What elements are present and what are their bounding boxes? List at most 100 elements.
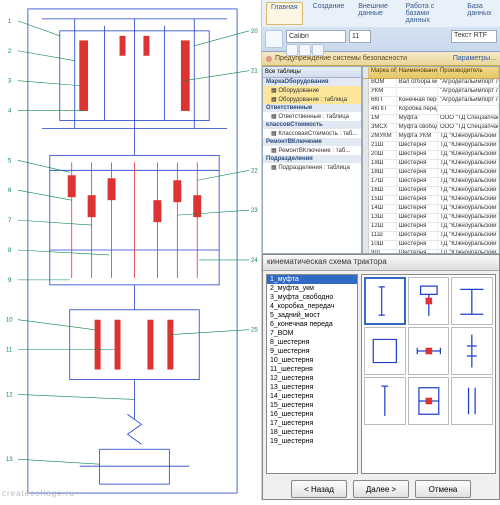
table-row[interactable]: 3МСХМуфта свободного ходаООО "ТД Спецзап…: [363, 124, 499, 133]
cell[interactable]: Шестерня: [397, 223, 438, 231]
list-item[interactable]: 5_задний_мост: [267, 311, 357, 320]
cell[interactable]: 10Ш: [369, 241, 397, 249]
table-row[interactable]: 16ШШестерняТД "Южноуральский: [363, 187, 499, 196]
cell[interactable]: [397, 88, 438, 96]
table-row[interactable]: ВОМВал отбора мощности"Агродетальимпорт …: [363, 79, 499, 88]
cell[interactable]: ТД "Южноуральский: [438, 151, 499, 159]
thumbnail[interactable]: [408, 377, 450, 425]
nav-item[interactable]: ▦ РемонтВКлючение : таб...: [263, 146, 361, 155]
thumbnail[interactable]: [364, 377, 406, 425]
list-item[interactable]: 13_шестерня: [267, 383, 357, 392]
list-item[interactable]: 4_коробка_передач: [267, 302, 357, 311]
thumbnail[interactable]: [364, 327, 406, 375]
table-row[interactable]: 18ШШестерняТД "Южноуральский: [363, 169, 499, 178]
cell[interactable]: 12Ш: [369, 223, 397, 231]
list-item[interactable]: 3_муфта_свободно: [267, 293, 357, 302]
cell[interactable]: 13Ш: [369, 214, 397, 222]
list-item[interactable]: 14_шестерня: [267, 392, 357, 401]
cell[interactable]: 2МУКМ: [369, 133, 397, 141]
nav-header[interactable]: Все таблицы: [263, 67, 361, 78]
cell[interactable]: ТД "Южноуральский: [438, 241, 499, 249]
list-item[interactable]: 9_шестерня: [267, 347, 357, 356]
table-row[interactable]: 12ШШестерняТД "Южноуральский: [363, 223, 499, 232]
cell[interactable]: 16Ш: [369, 187, 397, 195]
cell[interactable]: ТД "Южноуральский: [438, 187, 499, 195]
cell[interactable]: [438, 106, 499, 114]
nav-section[interactable]: Ответственные: [263, 104, 361, 112]
thumbnail[interactable]: [451, 327, 493, 375]
cell[interactable]: Шестерня: [397, 196, 438, 204]
tab-home[interactable]: Главная: [266, 2, 303, 25]
cell[interactable]: 18Ш: [369, 169, 397, 177]
nav-section[interactable]: Подразделения: [263, 155, 361, 163]
tab-create[interactable]: Создание: [309, 2, 349, 25]
table-row[interactable]: 4КППКоробка передач: [363, 106, 499, 115]
cell[interactable]: 1М: [369, 115, 397, 123]
cell[interactable]: ТД "Южноуральский: [438, 223, 499, 231]
cell[interactable]: ТД "Южноуральский: [438, 205, 499, 213]
cell[interactable]: 14Ш: [369, 205, 397, 213]
cell[interactable]: ВОМ: [369, 79, 397, 87]
table-row[interactable]: 19ШШестерняТД "Южноуральский: [363, 160, 499, 169]
list-item[interactable]: 7_ВОМ: [267, 329, 357, 338]
col-name[interactable]: Наименование оборудования: [397, 67, 438, 78]
list-item[interactable]: 16_шестерня: [267, 410, 357, 419]
cell[interactable]: ТД "Южноуральский: [438, 196, 499, 204]
nav-item[interactable]: ▦ Подразделения : таблица: [263, 163, 361, 172]
cell[interactable]: Муфта: [397, 115, 438, 123]
col-marka[interactable]: Марка об...: [369, 67, 397, 78]
font-size[interactable]: [349, 30, 371, 43]
list-item[interactable]: 18_шестерня: [267, 428, 357, 437]
cell[interactable]: Шестерня: [397, 169, 438, 177]
table-row[interactable]: 6КПКонечная передача"Агродетальимпорт Л: [363, 97, 499, 106]
cell[interactable]: 19Ш: [369, 160, 397, 168]
table-row[interactable]: 20ШШестерняТД "Южноуральский: [363, 151, 499, 160]
cell[interactable]: 15Ш: [369, 196, 397, 204]
block-list[interactable]: 1_муфта2_муфта_укм3_муфта_свободно4_коро…: [266, 274, 358, 474]
next-button[interactable]: Далее >: [353, 480, 409, 498]
table-row[interactable]: 13ШШестерняТД "Южноуральский: [363, 214, 499, 223]
nav-item[interactable]: ▦ Ответственные : таблица: [263, 112, 361, 121]
cell[interactable]: 6КП: [369, 97, 397, 105]
table-row[interactable]: 14ШШестерняТД "Южноуральский: [363, 205, 499, 214]
nav-section[interactable]: классовСтоимость: [263, 121, 361, 129]
cell[interactable]: Шестерня: [397, 151, 438, 159]
cell[interactable]: Шестерня: [397, 232, 438, 240]
nav-item[interactable]: ▦ Оборудование : таблица: [263, 95, 361, 104]
cell[interactable]: ТД "Южноуральский: [438, 169, 499, 177]
cell[interactable]: ТД "Южноуральский: [438, 232, 499, 240]
cell[interactable]: 4КПП: [369, 106, 397, 114]
list-item[interactable]: 17_шестерня: [267, 419, 357, 428]
cell[interactable]: Шестерня: [397, 142, 438, 150]
tab-dbtools[interactable]: Работа с базами данных: [402, 2, 458, 25]
list-item[interactable]: 6_конечная переда: [267, 320, 357, 329]
list-item[interactable]: 10_шестерня: [267, 356, 357, 365]
cell[interactable]: Коробка передач: [397, 106, 438, 114]
paste-button[interactable]: [265, 30, 283, 48]
table-row[interactable]: 1ММуфтаООО "ТД Спецзапчас: [363, 115, 499, 124]
col-producer[interactable]: Производитель: [438, 67, 499, 78]
cell[interactable]: ТД "Южноуральский: [438, 133, 499, 141]
thumbnail[interactable]: [451, 277, 493, 325]
cell[interactable]: Вал отбора мощности: [397, 79, 438, 87]
list-item[interactable]: 2_муфта_укм: [267, 284, 357, 293]
table-row[interactable]: 17ШШестерняТД "Южноуральский: [363, 178, 499, 187]
nav-item[interactable]: ▦ КлассоваяСтоимость : таб...: [263, 129, 361, 138]
cancel-button[interactable]: Отмена: [415, 480, 471, 498]
list-item[interactable]: 11_шестерня: [267, 365, 357, 374]
cell[interactable]: 20Ш: [369, 151, 397, 159]
cell[interactable]: "Агродетальимпорт Л: [438, 79, 499, 87]
cell[interactable]: 3МСХ: [369, 124, 397, 132]
table-row[interactable]: 21ШШестерняТД "Южноуральский: [363, 142, 499, 151]
table-row[interactable]: 11ШШестерняТД "Южноуральский: [363, 232, 499, 241]
cell[interactable]: Шестерня: [397, 241, 438, 249]
cell[interactable]: Шестерня: [397, 187, 438, 195]
list-item[interactable]: 15_шестерня: [267, 401, 357, 410]
cell[interactable]: ТД "Южноуральский: [438, 178, 499, 186]
table-row[interactable]: 2МУКММуфта УКМТД "Южноуральский: [363, 133, 499, 142]
cell[interactable]: ТД "Южноуральский: [438, 160, 499, 168]
cell[interactable]: 21Ш: [369, 142, 397, 150]
list-item[interactable]: 1_муфта: [267, 275, 357, 284]
cell[interactable]: "Агродетальимпорт Л: [438, 88, 499, 96]
cell[interactable]: Шестерня: [397, 178, 438, 186]
